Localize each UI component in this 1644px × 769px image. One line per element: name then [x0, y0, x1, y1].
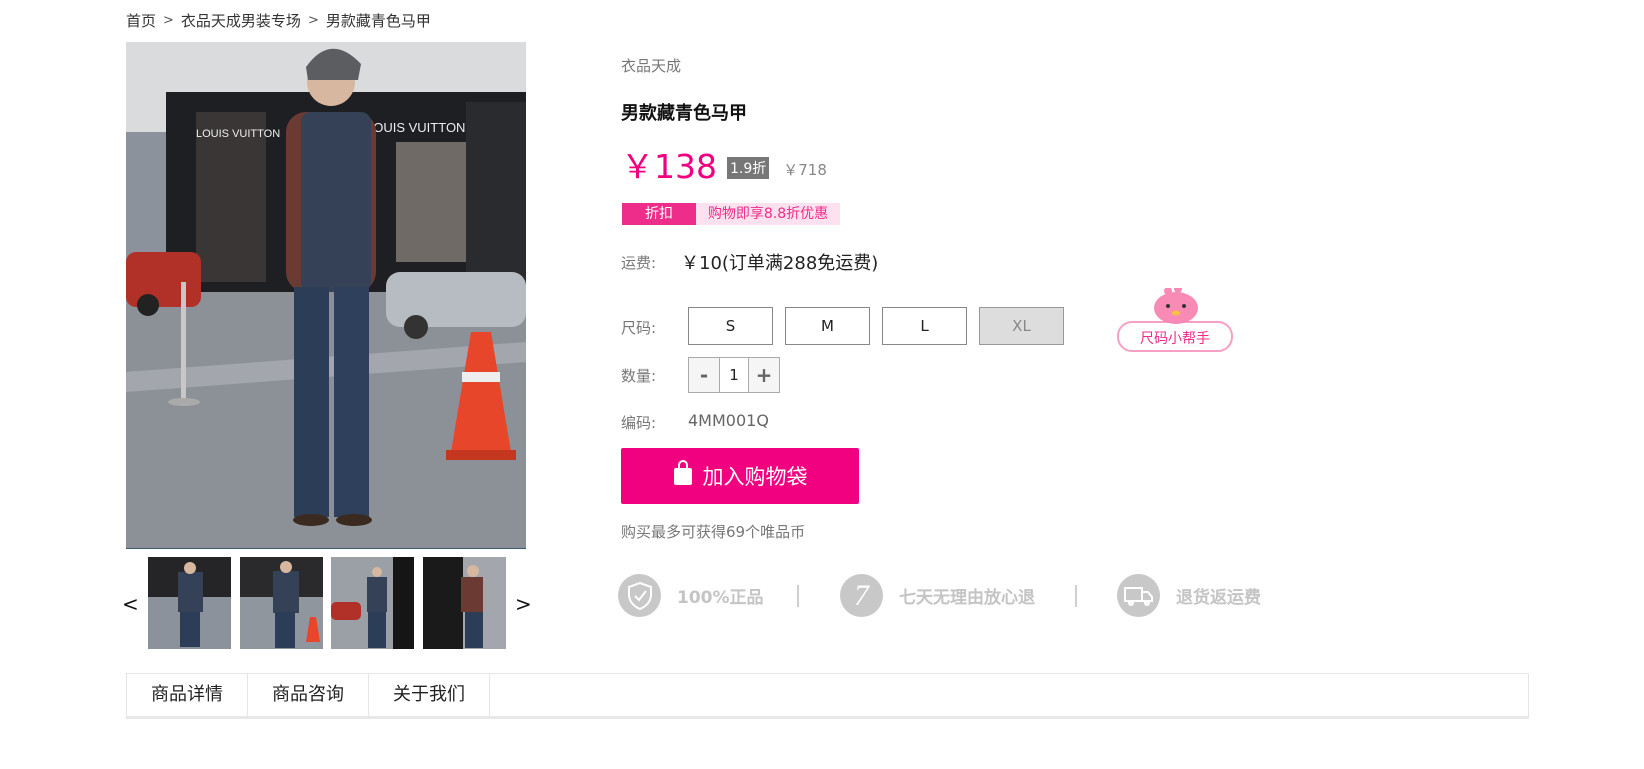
- thumbnail-3[interactable]: [331, 557, 414, 649]
- shield-check-icon: [618, 574, 661, 617]
- size-option-xl: XL: [979, 307, 1064, 345]
- quantity-input[interactable]: [719, 358, 749, 392]
- breadcrumb-home[interactable]: 首页: [126, 10, 156, 31]
- size-helper-button[interactable]: 尺码小帮手: [1116, 285, 1234, 354]
- thumbnail-1[interactable]: [148, 557, 231, 649]
- shopping-bag-icon: [673, 460, 693, 492]
- brand-name[interactable]: 衣品天成: [621, 55, 681, 76]
- guarantee-divider: [797, 585, 799, 607]
- seven-days-glyph: 7: [854, 578, 869, 612]
- price-row: ￥138 1.9折 ￥718: [621, 140, 827, 188]
- thumbnail-4[interactable]: [423, 557, 506, 649]
- promo-tag: 折扣: [622, 203, 696, 225]
- quantity-label: 数量:: [621, 367, 657, 385]
- breadcrumb-separator: >: [163, 13, 174, 28]
- original-price: ￥718: [783, 160, 827, 179]
- quantity-increase-button[interactable]: +: [749, 358, 779, 392]
- product-main-image[interactable]: LOUIS VUITTON LOUIS VUITTON: [126, 42, 526, 549]
- sale-price: ￥138: [621, 147, 717, 186]
- add-to-bag-button[interactable]: 加入购物袋: [621, 448, 859, 504]
- add-to-bag-label: 加入购物袋: [702, 466, 808, 489]
- code-label: 编码:: [621, 414, 657, 432]
- product-tabs: 商品详情 商品咨询 关于我们: [126, 673, 1529, 719]
- size-option-l[interactable]: L: [882, 307, 967, 345]
- shipping-label: 运费:: [621, 254, 657, 272]
- quantity-decrease-button[interactable]: -: [689, 358, 719, 392]
- guarantee-seven-days-label: 七天无理由放心退: [899, 588, 1035, 608]
- guarantee-seven-days: 7 七天无理由放心退: [840, 574, 1035, 617]
- seven-days-icon: 7: [840, 574, 883, 617]
- product-code: 4MM001Q: [688, 411, 769, 430]
- guarantee-return-shipping-label: 退货返运费: [1176, 588, 1261, 608]
- tab-product-inquiry[interactable]: 商品咨询: [248, 674, 369, 716]
- product-title: 男款藏青色马甲: [621, 103, 747, 124]
- breadcrumb-product: 男款藏青色马甲: [325, 12, 431, 30]
- size-option-m[interactable]: M: [785, 307, 870, 345]
- quantity-stepper: - +: [688, 357, 780, 393]
- breadcrumb-brand-sale[interactable]: 衣品天成男装专场: [181, 10, 301, 31]
- svg-text:LOUIS VUITTON: LOUIS VUITTON: [366, 120, 465, 135]
- guarantee-return-shipping: 退货返运费: [1117, 574, 1261, 617]
- discount-badge: 1.9折: [727, 157, 770, 179]
- coin-reward-text: 购买最多可获得69个唯品币: [621, 523, 806, 541]
- guarantee-authentic: 100%正品: [618, 574, 764, 617]
- tab-product-details[interactable]: 商品详情: [127, 674, 248, 716]
- promo-text: 购物即享8.8折优惠: [696, 203, 840, 225]
- size-option-s[interactable]: S: [688, 307, 773, 345]
- breadcrumb: 首页 > 衣品天成男装专场 > 男款藏青色马甲: [126, 10, 431, 31]
- thumbnail-prev-button[interactable]: <: [122, 592, 139, 616]
- breadcrumb-separator: >: [307, 13, 319, 28]
- thumbnail-2[interactable]: [240, 557, 323, 649]
- size-helper-label: 尺码小帮手: [1140, 331, 1210, 347]
- svg-text:LOUIS VUITTON: LOUIS VUITTON: [196, 128, 280, 140]
- size-label: 尺码:: [621, 319, 657, 337]
- guarantee-divider: [1075, 585, 1077, 607]
- thumbnail-next-button[interactable]: >: [515, 592, 532, 616]
- tab-about-us[interactable]: 关于我们: [369, 674, 490, 716]
- shipping-value: ￥10(订单满288免运费): [681, 253, 879, 274]
- guarantee-authentic-label: 100%正品: [677, 588, 764, 608]
- truck-icon: [1117, 574, 1160, 617]
